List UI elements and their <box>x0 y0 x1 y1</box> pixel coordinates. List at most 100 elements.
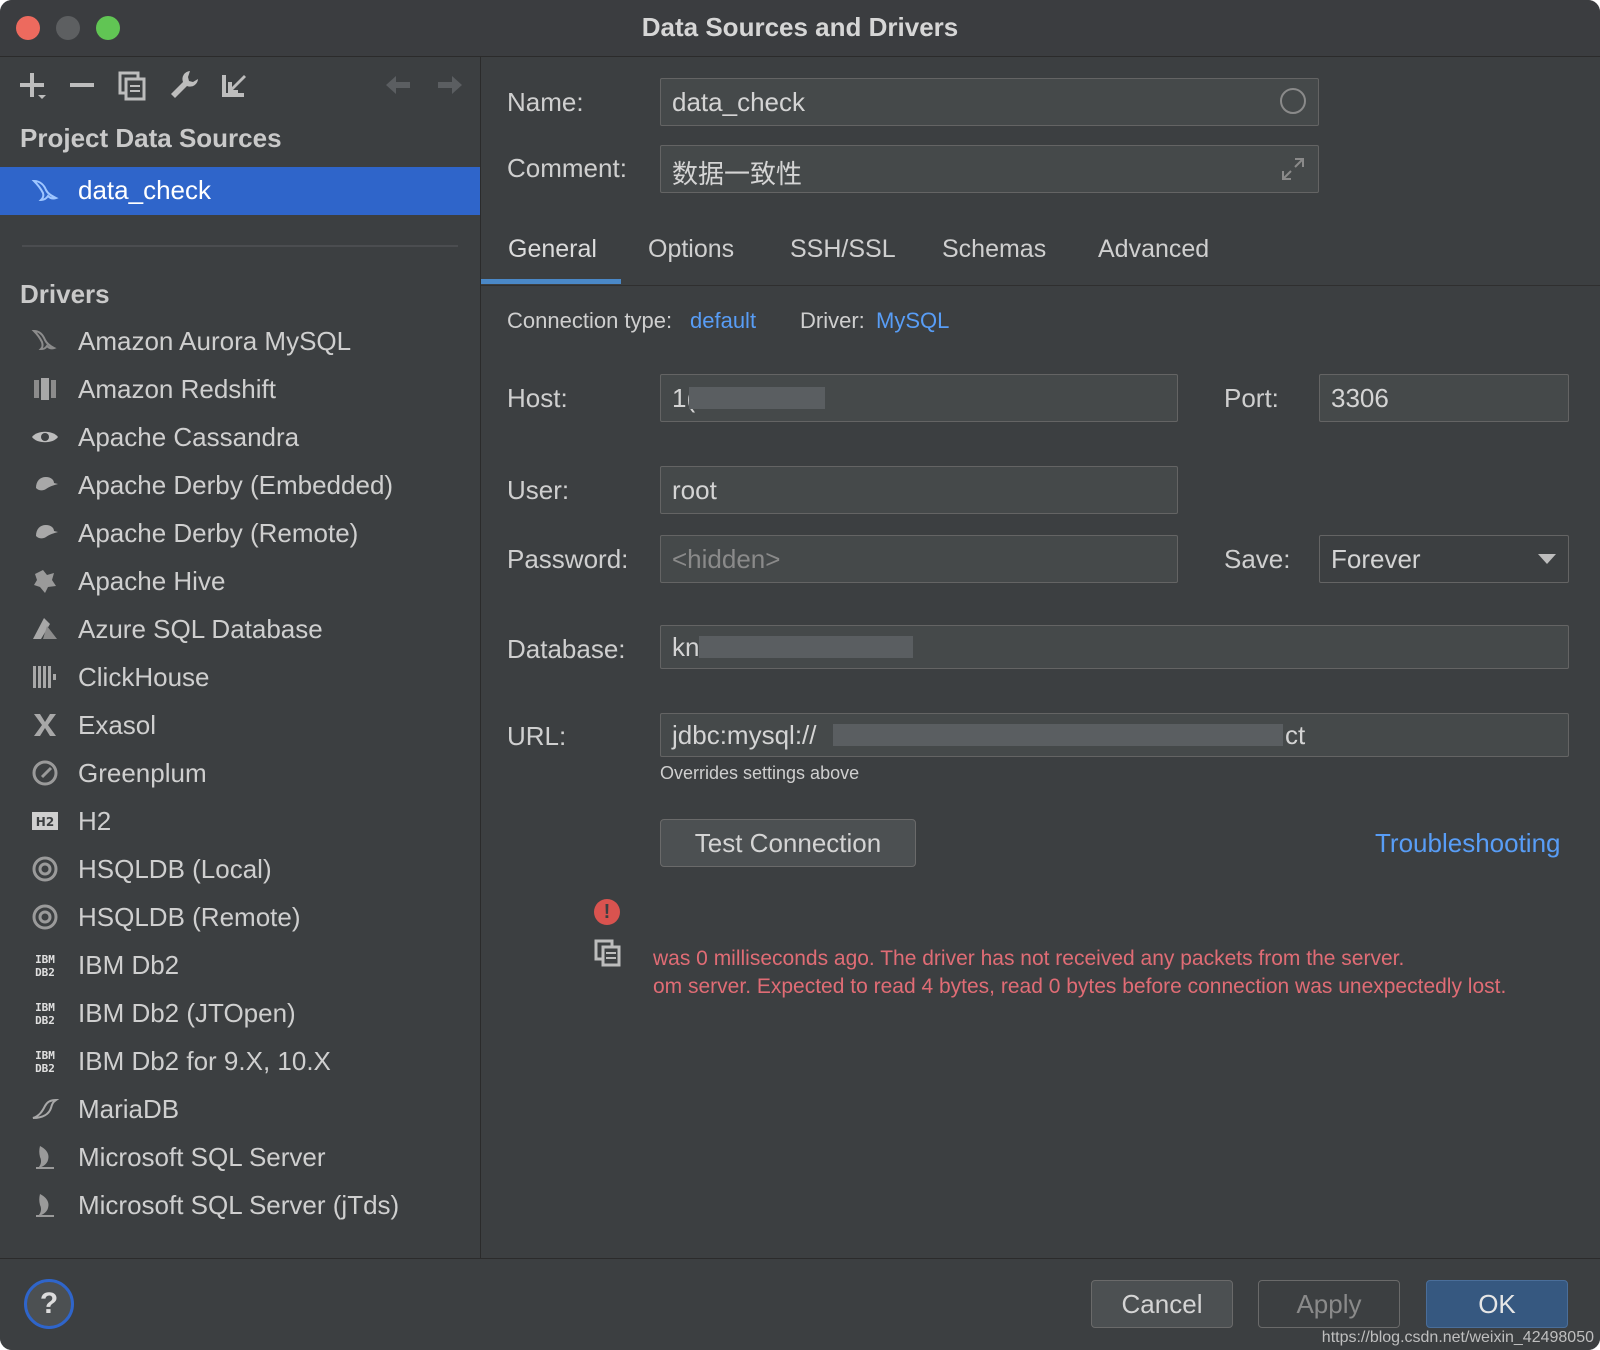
host-field[interactable]: 1( <box>660 374 1178 422</box>
window-title: Data Sources and Drivers <box>641 12 959 42</box>
driver-label: Microsoft SQL Server (jTds) <box>78 1190 400 1220</box>
driver-item[interactable]: H2 H2 <box>0 797 480 845</box>
driver-item[interactable]: Amazon Redshift <box>0 365 480 413</box>
help-button[interactable]: ? <box>24 1279 74 1329</box>
dialog-footer: ? Cancel Apply OK https://blog.csdn.net/… <box>0 1258 1600 1350</box>
test-connection-button[interactable]: Test Connection <box>660 819 916 867</box>
title-bar: Data Sources and Drivers <box>0 0 1600 57</box>
driver-item[interactable]: Azure SQL Database <box>0 605 480 653</box>
duplicate-icon[interactable] <box>114 67 150 103</box>
sidebar-divider <box>22 245 458 247</box>
port-field[interactable]: 3306 <box>1319 374 1569 422</box>
comment-value: 数据一致性 <box>672 159 803 189</box>
save-select[interactable]: Forever <box>1319 535 1569 583</box>
remove-icon[interactable] <box>64 67 100 103</box>
derby-hat-icon <box>30 518 60 548</box>
troubleshooting-link[interactable]: Troubleshooting <box>1375 828 1561 859</box>
active-tab-indicator <box>481 279 621 284</box>
port-label: Port: <box>1224 383 1279 413</box>
sidebar-toolbar <box>0 57 480 113</box>
tab-ssh-ssl[interactable]: SSH/SSL <box>790 235 896 264</box>
svg-text:DB2: DB2 <box>35 966 55 979</box>
driver-item[interactable]: IBM DB2 IBM Db2 (JTOpen) <box>0 989 480 1037</box>
derby-hat-icon <box>30 470 60 500</box>
dolphin-icon <box>30 175 62 207</box>
dolphin-icon <box>30 326 60 356</box>
hsqldb-icon <box>30 854 60 884</box>
tab-general[interactable]: General <box>508 235 597 264</box>
driver-label: ClickHouse <box>78 662 210 692</box>
add-icon[interactable] <box>14 67 50 103</box>
driver-item[interactable]: Amazon Aurora MySQL <box>0 317 480 365</box>
driver-item[interactable]: HSQLDB (Local) <box>0 845 480 893</box>
data-source-label: data_check <box>78 175 211 205</box>
driver-item[interactable]: Apache Cassandra <box>0 413 480 461</box>
svg-text:DB2: DB2 <box>35 1062 55 1075</box>
user-field[interactable]: root <box>660 466 1178 514</box>
driver-label: Amazon Redshift <box>78 374 276 404</box>
driver-item[interactable]: IBM DB2 IBM Db2 <box>0 941 480 989</box>
driver-label: IBM Db2 for 9.X, 10.X <box>78 1046 331 1076</box>
ibm-db2-icon: IBM DB2 <box>30 1046 60 1076</box>
ok-button[interactable]: OK <box>1426 1280 1568 1328</box>
comment-field[interactable]: 数据一致性 <box>660 145 1319 193</box>
driver-label: MariaDB <box>78 1094 180 1124</box>
hsqldb-icon <box>30 902 60 932</box>
password-field[interactable]: <hidden> <box>660 535 1178 583</box>
connection-type-label: Connection type: <box>507 308 673 333</box>
tab-options[interactable]: Options <box>648 235 734 264</box>
driver-item[interactable]: Microsoft SQL Server <box>0 1133 480 1181</box>
driver-item[interactable]: HSQLDB (Remote) <box>0 893 480 941</box>
driver-label: Apache Derby (Embedded) <box>78 470 394 500</box>
data-source-item-data-check[interactable]: data_check <box>0 167 480 215</box>
error-message-line-2: om server. Expected to read 4 bytes, rea… <box>653 975 1507 998</box>
url-field[interactable]: jdbc:mysql:// ct <box>660 713 1569 757</box>
database-label: Database: <box>507 634 626 664</box>
user-label: User: <box>507 475 570 505</box>
driver-item[interactable]: Exasol <box>0 701 480 749</box>
ibm-db2-icon: IBM DB2 <box>30 998 60 1028</box>
watermark-text: https://blog.csdn.net/weixin_42498050 <box>1321 1329 1594 1346</box>
chevron-down-icon <box>1538 554 1556 564</box>
dialog-window: Data Sources and Drivers Project Data So… <box>0 0 1600 1350</box>
save-value: Forever <box>1331 544 1421 574</box>
driver-item[interactable]: MariaDB <box>0 1085 480 1133</box>
driver-label: Driver: <box>800 308 865 333</box>
redacted-text <box>689 387 825 409</box>
driver-item[interactable]: Apache Hive <box>0 557 480 605</box>
expand-icon[interactable] <box>1280 156 1306 182</box>
driver-item[interactable]: IBM DB2 IBM Db2 for 9.X, 10.X <box>0 1037 480 1085</box>
name-field[interactable]: data_check <box>660 78 1319 126</box>
driver-item[interactable]: Microsoft SQL Server (jTds) <box>0 1181 480 1229</box>
color-circle-icon[interactable] <box>1280 88 1306 114</box>
driver-label: IBM Db2 <box>78 950 180 980</box>
h2-icon: H2 <box>30 806 60 836</box>
svg-text:H2: H2 <box>36 815 54 829</box>
driver-label: Apache Derby (Remote) <box>78 518 359 548</box>
tab-advanced[interactable]: Advanced <box>1098 235 1209 264</box>
driver-item[interactable]: Apache Derby (Remote) <box>0 509 480 557</box>
driver-link[interactable]: MySQL <box>876 308 949 334</box>
connection-type-link[interactable]: default <box>690 308 756 334</box>
driver-item[interactable]: ClickHouse <box>0 653 480 701</box>
sqlserver-icon <box>30 1142 60 1172</box>
save-label: Save: <box>1224 544 1291 574</box>
driver-item[interactable]: Apache Derby (Embedded) <box>0 461 480 509</box>
svg-text:IBM: IBM <box>35 1049 55 1062</box>
copy-icon[interactable] <box>594 939 622 967</box>
project-data-sources-title: Project Data Sources <box>20 123 282 153</box>
driver-label: IBM Db2 (JTOpen) <box>78 998 296 1028</box>
driver-item[interactable]: Greenplum <box>0 749 480 797</box>
tab-schemas[interactable]: Schemas <box>942 235 1046 264</box>
forward-arrow-icon[interactable] <box>432 67 468 103</box>
back-arrow-icon[interactable] <box>380 67 416 103</box>
driver-label: HSQLDB (Remote) <box>78 902 301 932</box>
svg-text:DB2: DB2 <box>35 1014 55 1027</box>
error-message-line-1: was 0 milliseconds ago. The driver has n… <box>653 947 1405 970</box>
database-field[interactable]: kn <box>660 625 1569 669</box>
azure-icon <box>30 614 60 644</box>
import-icon[interactable] <box>216 67 252 103</box>
wrench-icon[interactable] <box>166 67 202 103</box>
cancel-button[interactable]: Cancel <box>1091 1280 1233 1328</box>
apply-button[interactable]: Apply <box>1258 1280 1400 1328</box>
